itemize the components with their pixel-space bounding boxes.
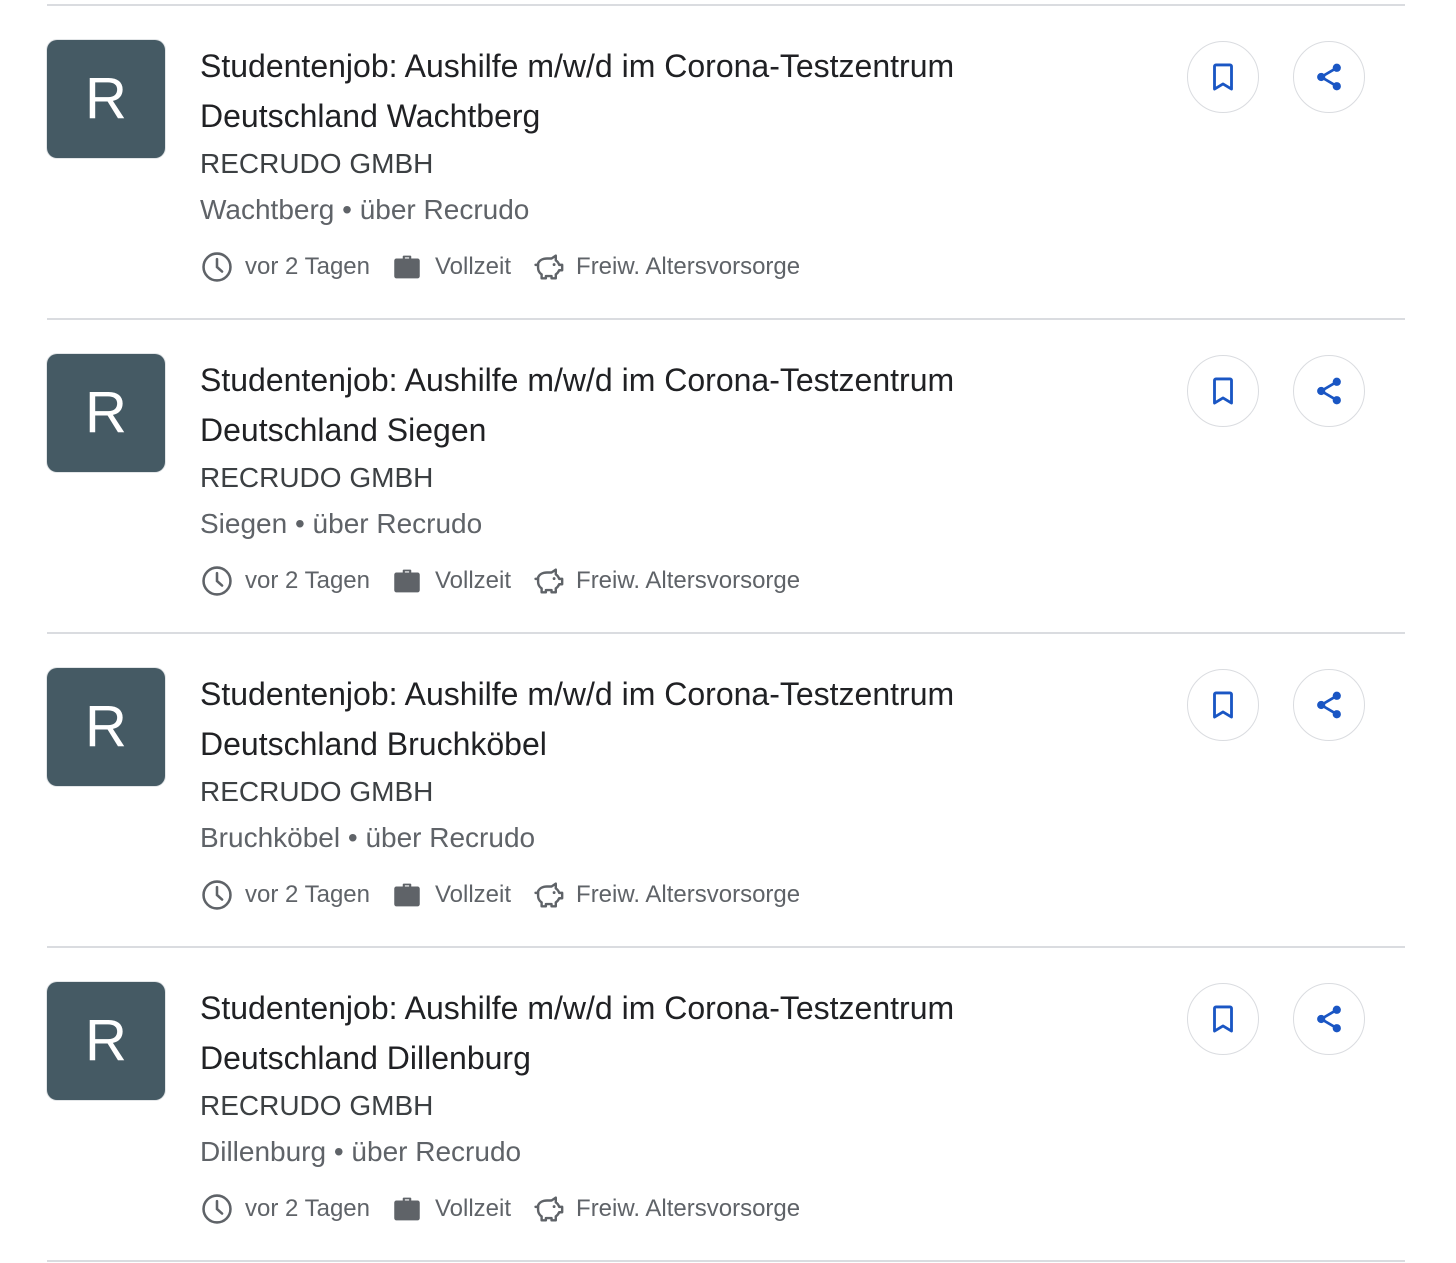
save-job-button[interactable] <box>1187 669 1259 741</box>
job-location: Siegen • über Recrudo <box>200 508 483 539</box>
job-card[interactable]: R Studentenjob: Aushilfe m/w/d im Corona… <box>47 320 1405 632</box>
share-icon <box>1317 691 1341 719</box>
employment-type-text: Vollzeit <box>434 881 512 908</box>
employment-type-text: Vollzeit <box>434 1195 512 1222</box>
job-title[interactable]: Studentenjob: Aushilfe m/w/d im Corona-T… <box>200 669 1100 769</box>
posted-date-text: vor 2 Tagen <box>245 567 370 594</box>
employment-type: Vollzeit <box>390 878 511 912</box>
job-title-line: Deutschland Siegen <box>200 412 487 448</box>
company-logo: R <box>47 40 165 158</box>
job-title[interactable]: Studentenjob: Aushilfe m/w/d im Corona-T… <box>200 355 1100 455</box>
company-name: RECRUDO GMBH <box>200 148 434 179</box>
employment-type: Vollzeit <box>390 1192 511 1226</box>
employment-type-text: Vollzeit <box>434 567 512 594</box>
benefit: Freiw. Altersvorsorge <box>531 250 800 284</box>
job-card[interactable]: R Studentenjob: Aushilfe m/w/d im Corona… <box>47 948 1405 1260</box>
share-icon <box>1317 1005 1341 1033</box>
job-location: Dillenburg • über Recrudo <box>200 1136 522 1167</box>
briefcase-icon <box>390 878 424 912</box>
share-job-button[interactable] <box>1293 669 1365 741</box>
piggy-bank-icon <box>531 250 565 284</box>
job-card[interactable]: R Studentenjob: Aushilfe m/w/d im Corona… <box>47 6 1405 318</box>
save-job-button[interactable] <box>1187 41 1259 113</box>
posted-date-text: vor 2 Tagen <box>245 253 370 280</box>
bookmark-icon <box>1213 63 1233 91</box>
benefit-text: Freiw. Altersvorsorge <box>576 253 801 280</box>
company-logo: R <box>47 982 165 1100</box>
save-job-button[interactable] <box>1187 983 1259 1055</box>
posted-date: vor 2 Tagen <box>200 878 370 912</box>
employment-type: Vollzeit <box>390 250 511 284</box>
benefit: Freiw. Altersvorsorge <box>531 564 800 598</box>
benefit: Freiw. Altersvorsorge <box>531 1192 800 1226</box>
job-results-list: R Studentenjob: Aushilfe m/w/d im Corona… <box>47 0 1405 1262</box>
job-title[interactable]: Studentenjob: Aushilfe m/w/d im Corona-T… <box>200 983 1100 1083</box>
bookmark-icon <box>1213 377 1233 405</box>
share-job-button[interactable] <box>1293 355 1365 427</box>
job-location: Wachtberg • über Recrudo <box>200 194 530 225</box>
posted-date-text: vor 2 Tagen <box>245 1195 370 1222</box>
company-name: RECRUDO GMBH <box>200 776 434 807</box>
share-icon <box>1317 63 1341 91</box>
share-icon <box>1317 377 1341 405</box>
job-title-line: Studentenjob: Aushilfe m/w/d im Corona-T… <box>200 48 955 84</box>
share-job-button[interactable] <box>1293 41 1365 113</box>
company-logo: R <box>47 668 165 786</box>
job-meta: vor 2 Tagen Vollzeit Freiw. Altersvorsor… <box>200 1191 1100 1227</box>
company-name: RECRUDO GMBH <box>200 1090 434 1121</box>
save-job-button[interactable] <box>1187 355 1259 427</box>
job-title-line: Studentenjob: Aushilfe m/w/d im Corona-T… <box>200 990 955 1026</box>
job-title-line: Studentenjob: Aushilfe m/w/d im Corona-T… <box>200 676 955 712</box>
job-meta: vor 2 Tagen Vollzeit Freiw. Altersvorsor… <box>200 877 1100 913</box>
briefcase-icon <box>390 1192 424 1226</box>
job-title-line: Studentenjob: Aushilfe m/w/d im Corona-T… <box>200 362 955 398</box>
piggy-bank-icon <box>531 1192 565 1226</box>
posted-date: vor 2 Tagen <box>200 564 370 598</box>
company-logo: R <box>47 354 165 472</box>
employment-type: Vollzeit <box>390 564 511 598</box>
employment-type-text: Vollzeit <box>434 253 512 280</box>
job-card[interactable]: R Studentenjob: Aushilfe m/w/d im Corona… <box>47 634 1405 946</box>
posted-date-text: vor 2 Tagen <box>245 881 370 908</box>
job-title-line: Deutschland Dillenburg <box>200 1040 531 1076</box>
clock-icon <box>200 1192 234 1226</box>
benefit: Freiw. Altersvorsorge <box>531 878 800 912</box>
benefit-text: Freiw. Altersvorsorge <box>576 1195 801 1222</box>
posted-date: vor 2 Tagen <box>200 1192 370 1226</box>
job-meta: vor 2 Tagen Vollzeit Freiw. Altersvorsor… <box>200 563 1100 599</box>
piggy-bank-icon <box>531 878 565 912</box>
job-title-line: Deutschland Bruchköbel <box>200 726 547 762</box>
benefit-text: Freiw. Altersvorsorge <box>576 567 801 594</box>
divider <box>47 1260 1405 1262</box>
clock-icon <box>200 878 234 912</box>
job-location: Bruchköbel • über Recrudo <box>200 822 536 853</box>
job-title-line: Deutschland Wachtberg <box>200 98 541 134</box>
bookmark-icon <box>1213 1005 1233 1033</box>
clock-icon <box>200 250 234 284</box>
job-meta: vor 2 Tagen Vollzeit Freiw. Altersvorsor… <box>200 249 1100 285</box>
bookmark-icon <box>1213 691 1233 719</box>
posted-date: vor 2 Tagen <box>200 250 370 284</box>
piggy-bank-icon <box>531 564 565 598</box>
share-job-button[interactable] <box>1293 983 1365 1055</box>
benefit-text: Freiw. Altersvorsorge <box>576 881 801 908</box>
briefcase-icon <box>390 564 424 598</box>
briefcase-icon <box>390 250 424 284</box>
job-title[interactable]: Studentenjob: Aushilfe m/w/d im Corona-T… <box>200 41 1100 141</box>
clock-icon <box>200 564 234 598</box>
company-name: RECRUDO GMBH <box>200 462 434 493</box>
